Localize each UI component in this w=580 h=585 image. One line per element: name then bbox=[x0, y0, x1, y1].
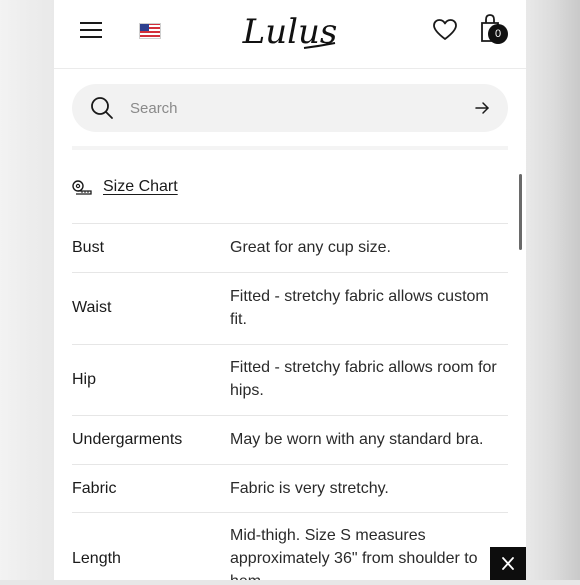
close-button[interactable] bbox=[490, 547, 526, 580]
cart-count-badge: 0 bbox=[488, 24, 508, 44]
size-chart-link[interactable]: Size Chart bbox=[103, 178, 178, 196]
spec-value: Fitted - stretchy fabric allows custom f… bbox=[230, 288, 489, 328]
search-icon bbox=[91, 97, 113, 119]
scrollbar-thumb[interactable] bbox=[519, 174, 522, 250]
background-left bbox=[0, 0, 54, 580]
section-divider bbox=[72, 146, 508, 150]
size-chart-link-row[interactable]: Size Chart bbox=[72, 176, 178, 198]
spec-row-hip: Hip Fitted - stretchy fabric allows room… bbox=[72, 344, 508, 415]
arrow-right-icon[interactable] bbox=[474, 100, 490, 116]
spec-value: Fabric is very stretchy. bbox=[230, 480, 389, 497]
spec-value: Fitted - stretchy fabric allows room for… bbox=[230, 359, 497, 399]
spec-row-fabric: Fabric Fabric is very stretchy. bbox=[72, 464, 508, 512]
spec-row-bust: Bust Great for any cup size. bbox=[72, 223, 508, 272]
spec-row-undergarments: Undergarments May be worn with any stand… bbox=[72, 415, 508, 464]
spec-value: May be worn with any standard bra. bbox=[230, 431, 484, 448]
spec-row-length: Length Mid-thigh. Size S measures approx… bbox=[72, 512, 508, 580]
measuring-tape-icon bbox=[72, 180, 92, 195]
search-input[interactable] bbox=[130, 98, 450, 118]
spec-label: Waist bbox=[72, 299, 112, 316]
spec-label: Length bbox=[72, 550, 121, 567]
spec-value: Mid-thigh. Size S measures approximately… bbox=[230, 527, 478, 580]
search-bar[interactable] bbox=[72, 84, 508, 132]
close-icon bbox=[502, 557, 514, 570]
spec-label: Hip bbox=[72, 371, 97, 388]
lulus-logo[interactable]: Lulus bbox=[242, 10, 338, 54]
hamburger-menu-icon[interactable] bbox=[80, 21, 102, 39]
spec-row-waist: Waist Fitted - stretchy fabric allows cu… bbox=[72, 272, 508, 344]
spec-value: Great for any cup size. bbox=[230, 239, 391, 256]
heart-icon[interactable] bbox=[432, 17, 458, 43]
us-flag-icon[interactable] bbox=[139, 23, 161, 39]
spec-label: Undergarments bbox=[72, 431, 183, 448]
spec-label: Fabric bbox=[72, 480, 117, 497]
fit-details-table: Bust Great for any cup size. Waist Fitte… bbox=[72, 223, 508, 580]
mobile-page: Lulus 0 Size C bbox=[54, 0, 526, 580]
spec-label: Bust bbox=[72, 239, 105, 256]
site-header: Lulus 0 bbox=[54, 0, 526, 69]
background-right bbox=[526, 0, 580, 580]
